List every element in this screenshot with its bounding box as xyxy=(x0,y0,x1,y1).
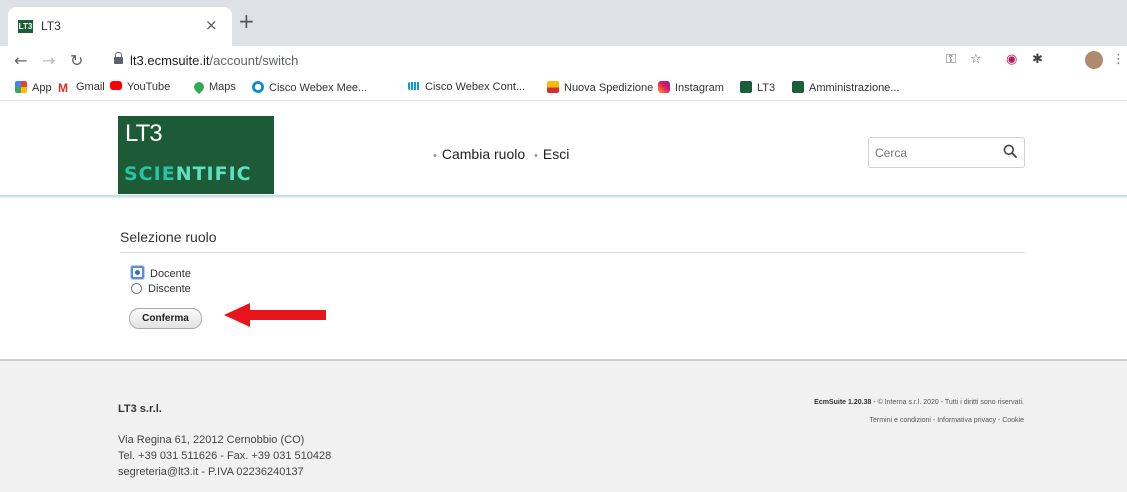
key-icon[interactable]: ⚿ xyxy=(946,52,956,67)
youtube-icon xyxy=(110,81,122,90)
lt3-scientific-logo[interactable]: LT3 SCIENTIFIC xyxy=(118,116,274,194)
extension-record-icon[interactable]: ◉ xyxy=(1006,52,1017,67)
star-bookmark-icon[interactable]: ☆ xyxy=(970,52,982,67)
footer-contact-line: segreteria@lt3.it - P.IVA 02236240137 xyxy=(118,464,331,480)
site-header: LT3 SCIENTIFIC • Cambia ruolo • Esci xyxy=(0,102,1127,197)
search-icon[interactable] xyxy=(1003,144,1017,158)
bookmark-webex-contacts[interactable]: Cisco Webex Cont... xyxy=(408,81,525,93)
search-input[interactable] xyxy=(875,142,993,164)
footer-link-terms[interactable]: Termini e condizioni xyxy=(870,417,931,424)
bookmark-label: Cisco Webex Cont... xyxy=(425,81,526,93)
role-option-discente[interactable]: Discente xyxy=(131,283,191,295)
bookmark-label: Amministrazione... xyxy=(809,82,900,94)
url-path: /account/switch xyxy=(209,53,299,68)
bookmark-label: Instagram xyxy=(675,82,724,94)
lock-icon xyxy=(114,52,123,64)
bookmark-lt3[interactable]: LT3 xyxy=(740,81,775,94)
footer-address: Via Regina 61, 22012 Cernobbio (CO) Tel.… xyxy=(118,432,331,480)
menu-kebab-icon[interactable]: ⋮ xyxy=(1112,52,1125,67)
nav-bullet-icon: • xyxy=(534,150,538,162)
red-arrow-annotation-icon xyxy=(224,303,326,327)
cisco-icon xyxy=(408,82,420,90)
browser-toolbar: ← → ↻ lt3.ecmsuite.it/account/switch ⚿ ☆… xyxy=(0,46,1127,76)
tab-title: LT3 xyxy=(41,19,61,33)
bookmark-webex-meetings[interactable]: Cisco Webex Mee... xyxy=(252,81,367,94)
address-bar[interactable]: lt3.ecmsuite.it/account/switch xyxy=(100,49,1008,73)
bookmark-maps[interactable]: Maps xyxy=(191,79,236,95)
bookmark-gmail[interactable]: M Gmail xyxy=(58,81,105,94)
instagram-icon xyxy=(658,81,670,93)
bookmark-youtube[interactable]: YouTube xyxy=(110,81,170,93)
footer-vat: - P.IVA 02236240137 xyxy=(201,466,304,478)
bookmark-label: YouTube xyxy=(127,81,171,93)
footer-link-cookie[interactable]: Cookie xyxy=(1002,417,1024,424)
footer-link-privacy[interactable]: Informativa privacy xyxy=(937,417,996,424)
reload-icon[interactable]: ↻ xyxy=(70,51,83,70)
forward-arrow-icon[interactable]: → xyxy=(42,51,55,70)
maps-pin-icon xyxy=(191,79,207,95)
logo-lt3-text: LT3 xyxy=(125,120,163,147)
header-nav: • Cambia ruolo • Esci xyxy=(428,146,569,162)
lt3-favicon-icon: LT3 xyxy=(18,20,33,33)
bookmark-instagram[interactable]: Instagram xyxy=(658,81,724,94)
footer-links: Termini e condizioni - Informativa priva… xyxy=(869,417,1025,424)
role-label-discente: Discente xyxy=(148,283,191,295)
logo-sci-part: SCIE xyxy=(124,163,176,185)
confirm-button[interactable]: Conferma xyxy=(129,308,202,329)
nav-link-cambia-ruolo[interactable]: Cambia ruolo xyxy=(442,146,525,162)
url-host: lt3.ecmsuite.it xyxy=(130,53,210,68)
footer-email-link[interactable]: segreteria@lt3.it xyxy=(118,466,198,478)
bookmark-label: Cisco Webex Mee... xyxy=(269,82,368,94)
url-text[interactable]: lt3.ecmsuite.it/account/switch xyxy=(130,53,298,68)
nav-bullet-icon: • xyxy=(433,150,437,162)
role-label-docente: Docente xyxy=(150,268,191,280)
browser-tab[interactable]: LT3 LT3 × xyxy=(8,7,232,46)
extensions-puzzle-icon[interactable]: ✱ xyxy=(1032,52,1043,67)
bookmark-label: Maps xyxy=(209,81,236,93)
bookmark-app[interactable]: App xyxy=(15,81,52,94)
footer-copyright-suffix: 2020 - Tutti i diritti sono riservati. xyxy=(923,399,1024,406)
apps-grid-icon xyxy=(15,81,27,93)
logo-scientific-text: SCIENTIFIC xyxy=(124,163,252,185)
profile-avatar[interactable] xyxy=(1085,51,1103,69)
browser-tabstrip: LT3 LT3 × + xyxy=(0,0,1127,46)
bookmark-label: Gmail xyxy=(76,81,105,93)
radio-docente[interactable] xyxy=(131,266,144,279)
bookmarks-bar: App M Gmail YouTube Maps Cisco Webex Mee.… xyxy=(0,76,1127,101)
footer-interna-link[interactable]: Interna s.r.l. xyxy=(885,399,922,406)
bookmark-label: Nuova Spedizione xyxy=(564,82,654,94)
header-divider xyxy=(0,195,1127,198)
footer-company-name: LT3 s.r.l. xyxy=(118,403,162,415)
nav-link-esci[interactable]: Esci xyxy=(543,146,569,162)
footer-copyright-line: EcmSuite 1.20.38 - © Interna s.r.l. 2020… xyxy=(814,394,1024,412)
page-title: Selezione ruolo xyxy=(120,229,1025,253)
bookmark-nuova-spedizione[interactable]: Nuova Spedizione xyxy=(547,81,653,94)
role-selection-panel: Selezione ruolo Docente Discente Conferm… xyxy=(120,229,1025,329)
site-footer: LT3 s.r.l. Via Regina 61, 22012 Cernobbi… xyxy=(0,359,1127,492)
bookmark-amministrazione[interactable]: Amministrazione... xyxy=(792,81,899,94)
footer-address-line: Via Regina 61, 22012 Cernobbio (CO) xyxy=(118,434,305,446)
footer-copyright-prefix: - © xyxy=(873,399,883,406)
lt3-icon xyxy=(792,81,804,93)
new-tab-button[interactable]: + xyxy=(238,11,255,31)
lt3-icon xyxy=(740,81,752,93)
bookmark-label: LT3 xyxy=(757,82,776,94)
search-box xyxy=(868,137,1025,168)
shipping-icon xyxy=(547,81,559,93)
role-option-docente[interactable]: Docente xyxy=(131,266,191,280)
gmail-icon: M xyxy=(58,82,71,94)
footer-phone-line: Tel. +39 031 511626 - Fax. +39 031 51042… xyxy=(118,450,332,462)
back-arrow-icon[interactable]: ← xyxy=(14,51,27,70)
webex-icon xyxy=(252,81,264,93)
footer-version: EcmSuite 1.20.38 xyxy=(814,399,872,406)
logo-entific-part: NTIFIC xyxy=(175,163,252,185)
radio-discente[interactable] xyxy=(131,283,142,294)
footer-copyright: EcmSuite 1.20.38 - © Interna s.r.l. 2020… xyxy=(814,394,1024,430)
close-tab-icon[interactable]: × xyxy=(205,16,218,34)
bookmark-label: App xyxy=(32,82,52,94)
